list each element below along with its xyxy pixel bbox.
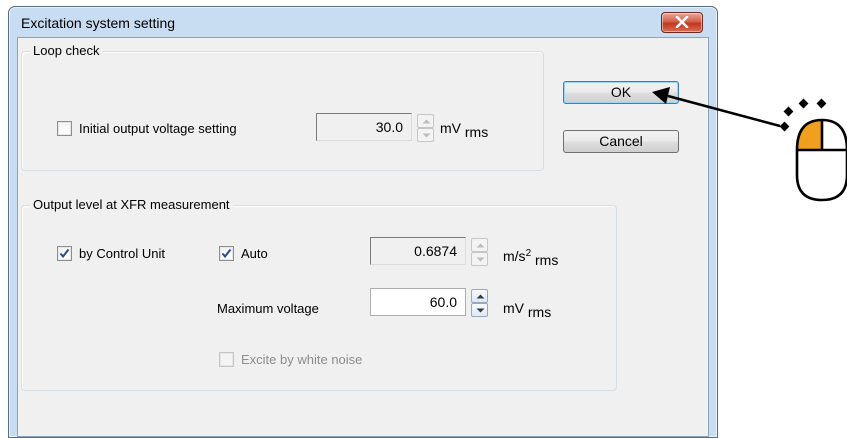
click-annotation [652, 87, 847, 202]
arrow-icon [652, 87, 781, 128]
mouse-click-icon [779, 98, 847, 202]
